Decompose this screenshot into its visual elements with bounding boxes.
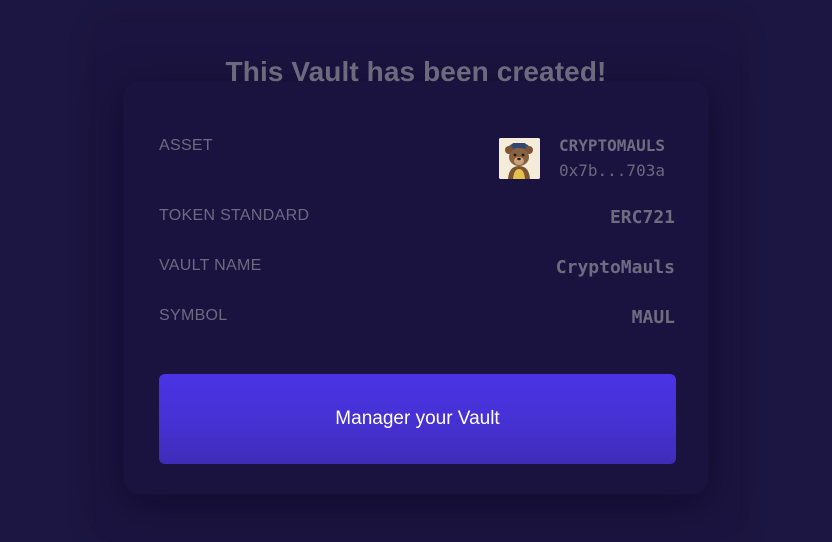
symbol-value: MAUL [631, 307, 675, 328]
vault-name-label: VAULT NAME [159, 257, 262, 274]
manage-vault-button[interactable]: Manager your Vault [159, 374, 676, 464]
page-title: This Vault has been created! [225, 56, 607, 87]
asset-name: CRYPTOMAULS [559, 136, 665, 155]
asset-label: ASSET [159, 137, 213, 154]
bear-nft-icon [499, 138, 540, 179]
token-standard-value: ERC721 [609, 207, 675, 228]
token-standard-label: TOKEN STANDARD [159, 207, 310, 224]
symbol-label: SYMBOL [159, 307, 228, 324]
asset-contract-address: 0x7b...703a [559, 161, 665, 180]
asset-thumbnail-image [499, 138, 540, 179]
vault-name-value: CryptoMauls [555, 257, 675, 278]
